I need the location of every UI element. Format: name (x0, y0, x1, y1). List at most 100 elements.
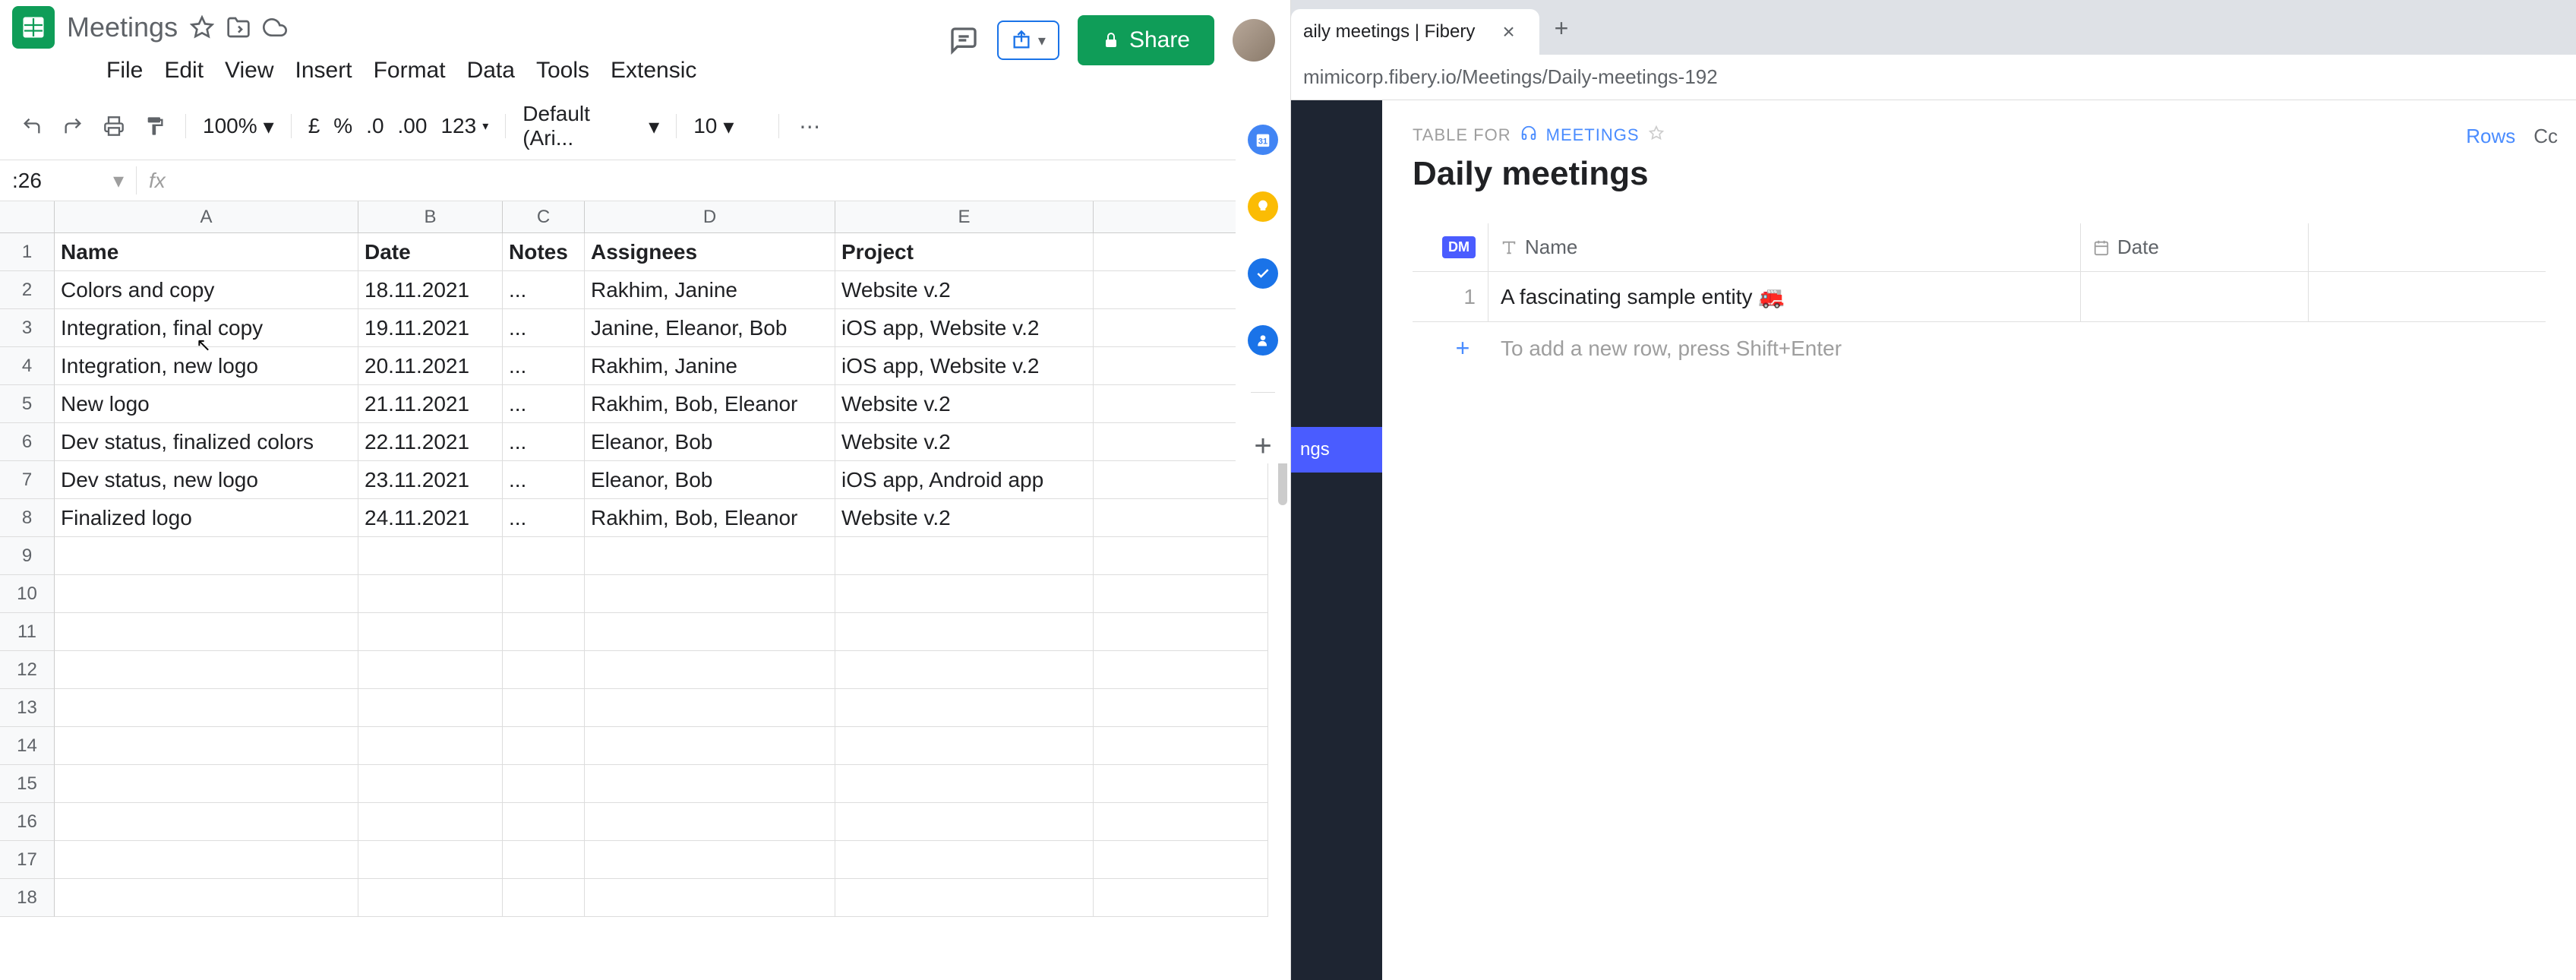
menu-view[interactable]: View (216, 55, 283, 87)
cell[interactable] (358, 803, 503, 841)
row-header[interactable]: 4 (0, 347, 55, 385)
cell[interactable]: ... (503, 385, 585, 423)
row-header[interactable]: 1 (0, 233, 55, 271)
row-header[interactable]: 16 (0, 803, 55, 841)
db-badge[interactable]: DM (1442, 236, 1476, 258)
cell[interactable] (585, 613, 835, 651)
menu-insert[interactable]: Insert (286, 55, 361, 87)
cell[interactable]: Integration, final copy (55, 309, 358, 347)
sheets-logo-icon[interactable] (12, 6, 55, 49)
cell[interactable]: Eleanor, Bob (585, 423, 835, 461)
cell[interactable] (358, 841, 503, 879)
row-header[interactable]: 12 (0, 651, 55, 689)
cell[interactable]: Rakhim, Janine (585, 347, 835, 385)
menu-tools[interactable]: Tools (527, 55, 598, 87)
cell[interactable]: Rakhim, Bob, Eleanor (585, 385, 835, 423)
cell[interactable]: ... (503, 423, 585, 461)
cell[interactable]: ... (503, 461, 585, 499)
cell[interactable]: 20.11.2021 (358, 347, 503, 385)
cell[interactable] (1094, 765, 1268, 803)
cell[interactable]: 19.11.2021 (358, 309, 503, 347)
cell[interactable] (585, 575, 835, 613)
col-header[interactable]: E (835, 201, 1094, 233)
cell[interactable] (1094, 879, 1268, 917)
cell[interactable] (835, 879, 1094, 917)
menu-extensions[interactable]: Extensic (601, 55, 706, 87)
cell[interactable] (1094, 651, 1268, 689)
increase-decimal-button[interactable]: .00 (398, 114, 428, 138)
cell[interactable] (1094, 499, 1268, 537)
row-header[interactable]: 10 (0, 575, 55, 613)
cell[interactable] (1094, 803, 1268, 841)
columns-button[interactable]: Cc (2533, 125, 2558, 148)
cell[interactable] (503, 803, 585, 841)
cell[interactable] (358, 689, 503, 727)
row-header[interactable]: 6 (0, 423, 55, 461)
row-header[interactable]: 2 (0, 271, 55, 309)
row-header[interactable]: 11 (0, 613, 55, 651)
cell[interactable]: Dev status, finalized colors (55, 423, 358, 461)
cell[interactable]: Website v.2 (835, 499, 1094, 537)
cell[interactable]: Integration, new logo (55, 347, 358, 385)
cell[interactable] (835, 537, 1094, 575)
cell[interactable]: Assignees (585, 233, 835, 271)
cell[interactable] (55, 879, 358, 917)
cell[interactable] (358, 613, 503, 651)
cell[interactable] (55, 689, 358, 727)
cell[interactable]: ... (503, 347, 585, 385)
present-button[interactable]: ▾ (997, 21, 1059, 60)
cell[interactable] (835, 841, 1094, 879)
cell[interactable]: 23.11.2021 (358, 461, 503, 499)
cell[interactable] (835, 613, 1094, 651)
cell[interactable] (55, 613, 358, 651)
cell[interactable]: 24.11.2021 (358, 499, 503, 537)
cell[interactable] (1094, 461, 1268, 499)
redo-icon[interactable] (59, 112, 87, 140)
cell[interactable]: ... (503, 271, 585, 309)
cell[interactable]: 21.11.2021 (358, 385, 503, 423)
browser-tab[interactable]: aily meetings | Fibery × (1291, 9, 1539, 55)
add-row-button[interactable]: + To add a new row, press Shift+Enter (1413, 322, 2546, 375)
tasks-app-icon[interactable] (1248, 258, 1278, 289)
decrease-decimal-button[interactable]: .0 (366, 114, 384, 138)
cell[interactable]: iOS app, Android app (835, 461, 1094, 499)
cell[interactable] (1094, 537, 1268, 575)
doc-title[interactable]: Meetings (67, 11, 178, 43)
cell[interactable] (55, 651, 358, 689)
chevron-down-icon[interactable]: ▾ (1038, 31, 1046, 50)
cell[interactable] (1094, 841, 1268, 879)
menu-edit[interactable]: Edit (155, 55, 213, 87)
user-avatar[interactable] (1233, 19, 1275, 62)
more-icon[interactable]: ⋯ (796, 112, 823, 140)
cell[interactable]: Name (55, 233, 358, 271)
currency-button[interactable]: £ (308, 114, 320, 138)
col-header[interactable]: A (55, 201, 358, 233)
move-folder-icon[interactable] (226, 15, 251, 40)
cell[interactable] (585, 765, 835, 803)
cell[interactable] (585, 841, 835, 879)
cell[interactable] (358, 879, 503, 917)
rows-button[interactable]: Rows (2466, 125, 2515, 148)
select-all-corner[interactable] (0, 201, 55, 233)
print-icon[interactable] (100, 112, 128, 140)
row-header[interactable]: 14 (0, 727, 55, 765)
cell-date[interactable] (2081, 272, 2309, 321)
vertical-scrollbar[interactable] (1278, 460, 1287, 505)
table-col-name[interactable]: Name (1488, 223, 2081, 271)
cell[interactable]: Website v.2 (835, 423, 1094, 461)
calendar-app-icon[interactable]: 31 (1248, 125, 1278, 155)
close-tab-icon[interactable]: × (1502, 20, 1514, 44)
star-icon[interactable] (190, 15, 214, 40)
paint-format-icon[interactable] (141, 112, 169, 140)
cell[interactable]: 22.11.2021 (358, 423, 503, 461)
row-header[interactable]: 17 (0, 841, 55, 879)
cell[interactable] (503, 841, 585, 879)
cell[interactable]: Date (358, 233, 503, 271)
cell[interactable] (55, 537, 358, 575)
cell[interactable]: iOS app, Website v.2 (835, 309, 1094, 347)
cell[interactable] (835, 765, 1094, 803)
cell[interactable]: Dev status, new logo (55, 461, 358, 499)
row-header[interactable]: 7 (0, 461, 55, 499)
star-icon[interactable] (1649, 125, 1664, 145)
cell[interactable] (835, 651, 1094, 689)
